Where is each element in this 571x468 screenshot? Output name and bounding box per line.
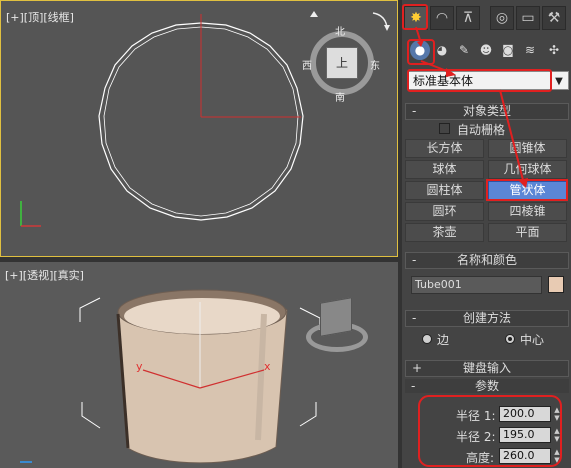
torus-button[interactable]: 圆环 [405, 202, 484, 221]
pyramid-button[interactable]: 四棱锥 [488, 202, 567, 221]
chevron-down-icon[interactable]: ▼ [552, 72, 566, 91]
rollout-keyboard-entry[interactable]: + 键盘输入 [405, 360, 569, 377]
category-value: 标准基本体 [413, 74, 474, 88]
rollout-parameters[interactable]: - 参数 [405, 379, 569, 393]
cameras-icon[interactable]: ☻ [476, 40, 496, 60]
command-panel-tabs: ✸ ◠ ⊼ ◎ ▭ ⚒ [402, 4, 571, 34]
viewport-top[interactable]: [+][顶][线框] 上 北 西 东 南 [0, 0, 398, 257]
radius2-spinner[interactable]: ▲ ▼ [553, 427, 561, 443]
shapes-icon[interactable]: ◕ [432, 40, 452, 60]
tube-button[interactable]: 管状体 [488, 181, 567, 200]
rollout-name-color[interactable]: - 名称和颜色 [405, 252, 569, 269]
rollout-object-type[interactable]: - 对象类型 [405, 103, 569, 120]
cylinder-button[interactable]: 圆柱体 [405, 181, 484, 200]
name-color-title: 名称和颜色 [456, 253, 517, 267]
edge-label: 边 [437, 333, 450, 347]
modify-tab-icon[interactable]: ◠ [430, 6, 454, 30]
radius1-spinner[interactable]: ▲ ▼ [553, 406, 561, 422]
teapot-button[interactable]: 茶壶 [405, 223, 484, 242]
radius2-label: 半径 2: [456, 430, 496, 444]
hierarchy-tab-icon[interactable]: ⊼ [456, 6, 480, 30]
keyboard-entry-title: 键盘输入 [462, 361, 511, 375]
plane-button[interactable]: 平面 [488, 223, 567, 242]
object-color-swatch[interactable] [548, 276, 564, 293]
parameters-title: 参数 [474, 379, 499, 393]
geosphere-button[interactable]: 几何球体 [488, 160, 567, 179]
height-spinner[interactable]: ▲ ▼ [553, 448, 561, 464]
viewport-perspective[interactable]: [+][透视][真实] y x [0, 262, 398, 468]
viewcube-face[interactable]: 上 [326, 47, 358, 79]
box-button[interactable]: 长方体 [405, 139, 484, 158]
viewcube-east[interactable]: 东 [370, 57, 380, 72]
viewcube-persp[interactable] [306, 296, 368, 354]
viewcube-south[interactable]: 南 [335, 89, 345, 104]
helpers-icon[interactable]: ◙ [498, 40, 518, 60]
systems-icon[interactable]: ✣ [544, 40, 564, 60]
radius2-input[interactable]: 195.0 [499, 427, 551, 443]
radius1-label: 半径 1: [456, 409, 496, 423]
object-type-title: 对象类型 [462, 104, 511, 118]
autogrid-label: 自动栅格 [457, 123, 506, 137]
command-panel: ✸ ◠ ⊼ ◎ ▭ ⚒ ● ◕ ✎ ☻ ◙ ≋ ✣ 标准基本体 ▼ - 对象类型 … [402, 0, 571, 468]
viewcube-north[interactable]: 北 [335, 23, 345, 38]
svg-text:y: y [136, 360, 143, 373]
rollout-creation-method[interactable]: - 创建方法 [405, 310, 569, 327]
svg-text:x: x [264, 360, 271, 373]
radius1-input[interactable]: 200.0 [499, 406, 551, 422]
height-label: 高度: [466, 451, 495, 465]
sphere-button[interactable]: 球体 [405, 160, 484, 179]
viewcube-west[interactable]: 西 [302, 57, 312, 72]
category-dropdown[interactable]: 标准基本体 ▼ [408, 71, 569, 90]
center-label: 中心 [520, 333, 545, 347]
create-tab-icon[interactable]: ✸ [404, 6, 428, 30]
creation-method-title: 创建方法 [462, 311, 511, 325]
autogrid-checkbox[interactable] [439, 123, 450, 134]
height-input[interactable]: 260.0 [499, 448, 551, 464]
display-tab-icon[interactable]: ▭ [516, 6, 540, 30]
viewcube-top[interactable]: 上 北 西 东 南 [302, 27, 380, 104]
utilities-tab-icon[interactable]: ⚒ [542, 6, 566, 30]
motion-tab-icon[interactable]: ◎ [490, 6, 514, 30]
object-name-field[interactable]: Tube001 [411, 276, 542, 294]
lights-icon[interactable]: ✎ [454, 40, 474, 60]
persp-scene: y x [20, 289, 321, 464]
spacewarps-icon[interactable]: ≋ [520, 40, 540, 60]
geometry-icon[interactable]: ● [410, 40, 430, 60]
edge-radio[interactable] [422, 334, 432, 344]
center-radio[interactable] [505, 334, 515, 344]
cone-button[interactable]: 圆锥体 [488, 139, 567, 158]
